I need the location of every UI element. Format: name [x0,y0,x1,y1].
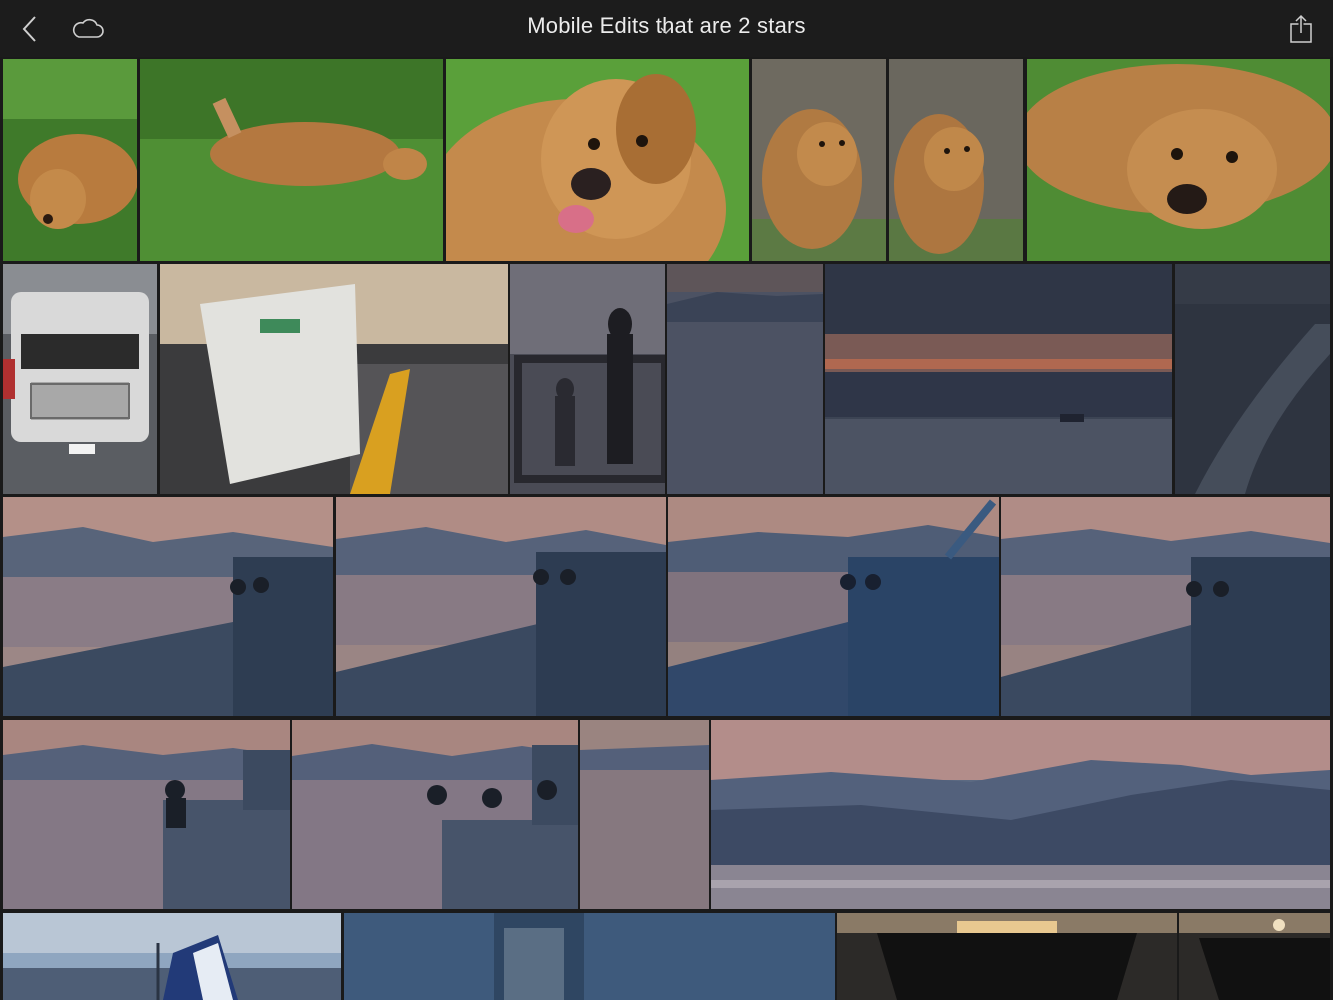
photo-image [1027,59,1330,261]
photo-image [336,497,666,716]
photo-grid-row [0,497,1333,716]
photo-thumbnail[interactable] [1027,59,1330,261]
photo-image [3,264,157,494]
photo-thumbnail[interactable] [668,497,999,716]
photo-image [140,59,443,261]
photo-thumbnail[interactable] [292,720,578,909]
photo-thumbnail[interactable] [711,720,1330,909]
photo-image [711,720,1330,909]
photo-grid-row [0,264,1333,494]
photo-grid-row [0,59,1333,261]
photo-thumbnail[interactable] [3,264,157,494]
photo-image [668,497,999,716]
photo-image [1001,497,1330,716]
photo-thumbnail[interactable] [344,913,835,1000]
photo-thumbnail[interactable] [3,720,290,909]
photo-thumbnail[interactable] [752,59,886,261]
photo-image [1175,264,1330,494]
photo-thumbnail[interactable] [160,264,508,494]
photo-image [3,913,341,1000]
photo-image [3,59,137,261]
photo-image [510,264,665,494]
top-bar: Mobile Edits that are 2 stars [0,0,1333,57]
photo-thumbnail[interactable] [1179,913,1330,1000]
photo-thumbnail[interactable] [1175,264,1330,494]
collection-title-dropdown[interactable]: Mobile Edits that are 2 stars [0,13,1333,39]
photo-thumbnail[interactable] [837,913,1177,1000]
photo-grid-row [0,720,1333,909]
photo-image [889,59,1023,261]
photo-thumbnail[interactable] [336,497,666,716]
photo-thumbnail[interactable] [580,720,709,909]
photo-thumbnail[interactable] [140,59,443,261]
photo-image [580,720,709,909]
share-button[interactable] [1283,12,1319,46]
photo-grid-row [0,913,1333,1000]
photo-image [752,59,886,261]
photo-image [292,720,578,909]
photo-thumbnail[interactable] [3,59,137,261]
photo-grid [0,57,1333,1000]
share-icon [1290,14,1312,43]
photo-image [667,264,823,494]
photo-thumbnail[interactable] [510,264,665,494]
photo-image [1179,913,1330,1000]
photo-thumbnail[interactable] [1001,497,1330,716]
photo-image [344,913,835,1000]
photo-thumbnail[interactable] [825,264,1172,494]
photo-thumbnail[interactable] [3,913,341,1000]
photo-thumbnail[interactable] [889,59,1023,261]
photo-image [160,264,508,494]
photo-image [3,720,290,909]
photo-thumbnail[interactable] [667,264,823,494]
photo-image [3,497,333,716]
photo-image [837,913,1177,1000]
photo-thumbnail[interactable] [3,497,333,716]
chevron-down-icon[interactable] [660,27,672,35]
photo-thumbnail[interactable] [446,59,749,261]
photo-image [825,264,1172,494]
photo-image [446,59,749,261]
